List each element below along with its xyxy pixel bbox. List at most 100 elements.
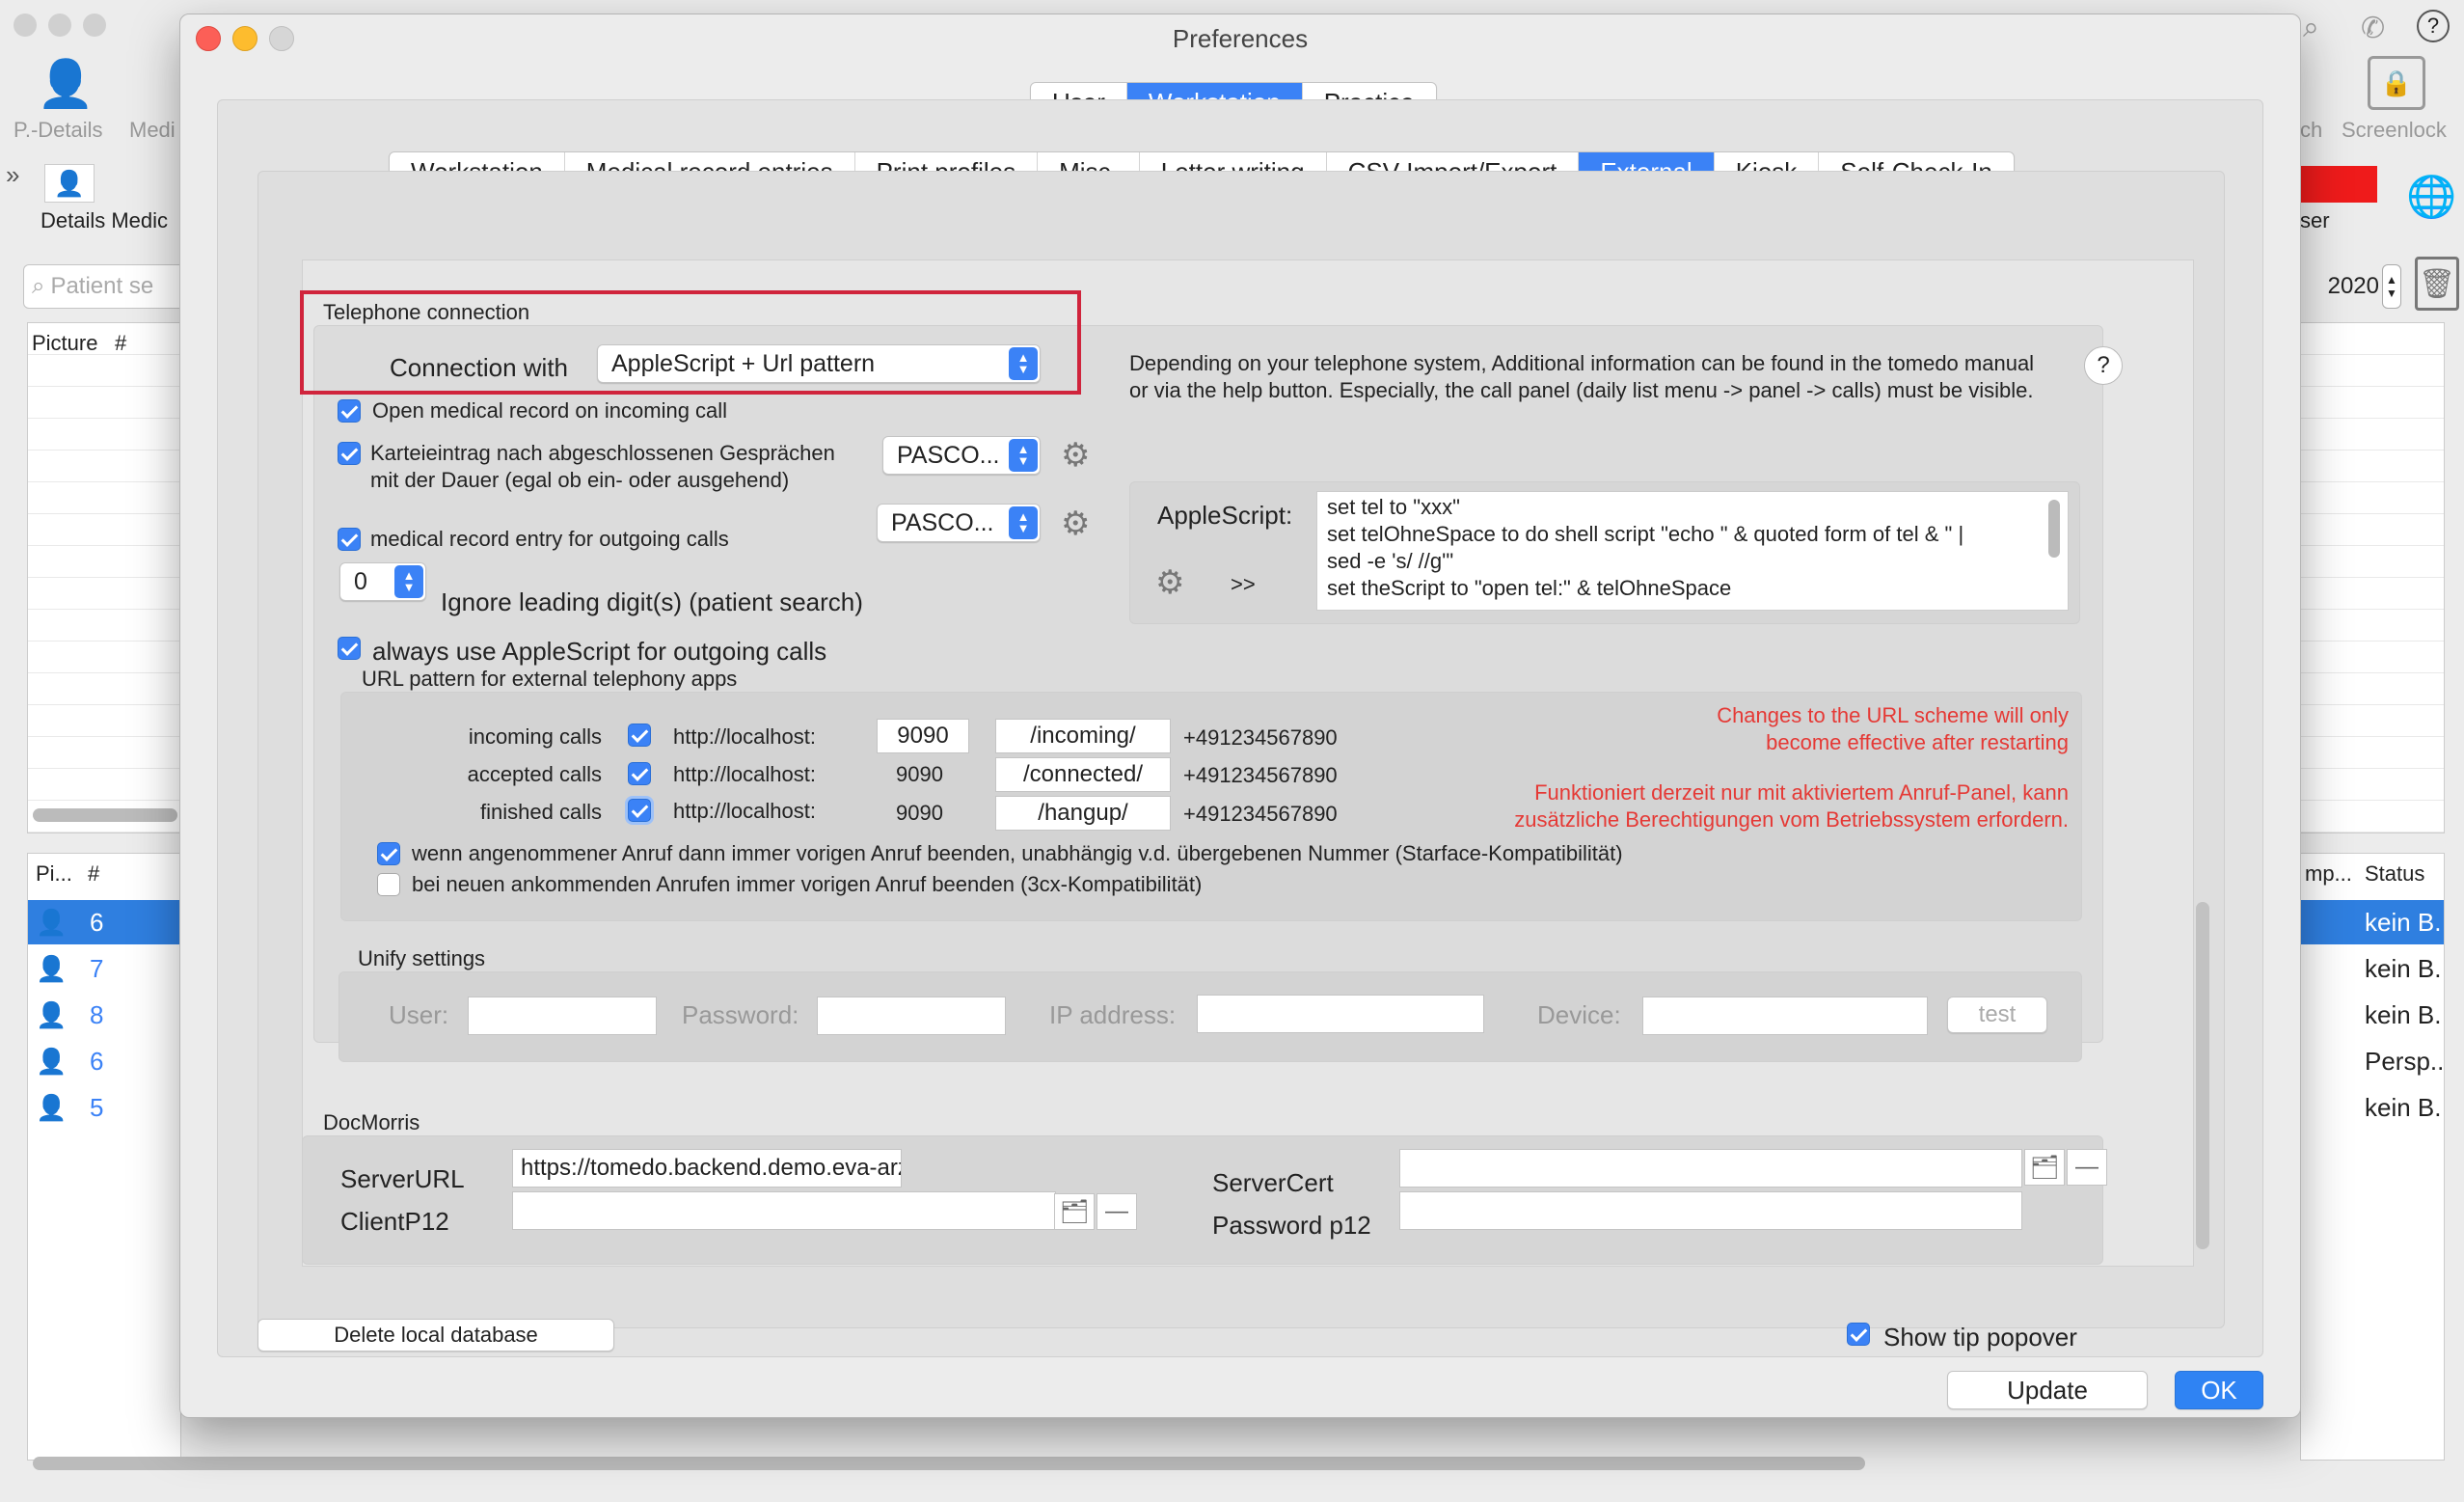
outgoing-select[interactable]: PASCO... ▲ ▼ (877, 504, 1041, 542)
unify-password-label: Password: (682, 1000, 799, 1029)
client-p12-browse-icon[interactable]: 🗂 (1054, 1193, 1095, 1230)
list-row-num: 6 (90, 1047, 104, 1076)
phone-icon[interactable]: ✆ (2361, 12, 2385, 45)
bg-scrollbar[interactable] (33, 808, 177, 822)
accepted-port[interactable]: 9090 (896, 762, 943, 787)
editor-scrollbar[interactable] (2048, 500, 2060, 558)
server-cert-field[interactable] (1399, 1149, 2022, 1188)
server-cert-minus-button[interactable]: — (2067, 1149, 2107, 1186)
user-label: ser (2300, 208, 2330, 232)
applescript-expand-button[interactable]: >> (1231, 572, 1256, 597)
year-field[interactable]: 2020 (2290, 264, 2387, 309)
client-p12-field[interactable] (512, 1191, 1056, 1230)
server-url-field[interactable]: https://tomedo.backend.demo.eva-arzt.de:… (512, 1149, 902, 1188)
unify-device-label: Device: (1537, 1000, 1621, 1029)
finished-path-field[interactable]: /hangup/ (995, 796, 1171, 831)
incoming-path-field[interactable]: /incoming/ (995, 719, 1171, 753)
telephone-help-text: Depending on your telephone system, Addi… (1129, 351, 2035, 402)
unify-device-field[interactable] (1642, 997, 1928, 1035)
toolbar-item-screenlock[interactable]: Screenlock (2342, 118, 2447, 143)
search-icon[interactable]: ⌕ (2303, 12, 2319, 44)
accepted-host-label: http://localhost: (673, 762, 816, 786)
always-applescript-checkbox[interactable] (338, 637, 361, 660)
right-col-mp[interactable]: mp... (2305, 861, 2352, 887)
panel-note-line2: zusätzliche Berechtigungen vom Betriebss… (1514, 807, 2069, 832)
always-applescript-label: always use AppleScript for outgoing call… (372, 637, 827, 666)
col-hash[interactable]: # (115, 331, 126, 356)
update-button[interactable]: Update (1947, 1371, 2148, 1409)
client-p12-minus-button[interactable]: — (1097, 1193, 1137, 1230)
applescript-editor[interactable]: set tel to "xxx" set telOhneSpace to do … (1316, 491, 2069, 611)
outgoing-entry-checkbox[interactable] (338, 528, 361, 551)
gear-icon[interactable]: ⚙ (1061, 439, 1090, 472)
starface-checkbox[interactable] (377, 842, 400, 865)
patient-details-icon[interactable]: 👤 (37, 56, 95, 111)
server-cert-browse-icon[interactable]: 🗂 (2024, 1149, 2065, 1186)
unify-user-field[interactable] (468, 997, 657, 1035)
accepted-calls-checkbox[interactable] (628, 762, 651, 785)
finished-calls-checkbox[interactable] (628, 799, 651, 822)
toolbar-item-medi[interactable]: Medi (129, 118, 176, 143)
globe-icon[interactable]: 🌐 (2406, 174, 2456, 221)
gear-icon[interactable]: ⚙ (1061, 507, 1090, 540)
finished-host-label: http://localhost: (673, 799, 816, 823)
incoming-calls-checkbox[interactable] (628, 724, 651, 747)
subbar-label: Details Medic (41, 208, 169, 232)
bg-top-table: Picture # (27, 322, 181, 833)
gear-icon[interactable]: ⚙ (1155, 566, 1184, 599)
avatar: 👤 (36, 1093, 68, 1122)
kartei-select[interactable]: PASCO... ▲ ▼ (882, 436, 1041, 475)
help-icon[interactable]: ? (2417, 10, 2450, 42)
trash-icon[interactable]: 🗑 (2415, 257, 2459, 311)
3cx-checkbox[interactable] (377, 873, 400, 896)
server-url-label: ServerURL (340, 1164, 465, 1193)
list-col-pi[interactable]: Pi... (36, 861, 72, 887)
patient-search-input[interactable]: ⌕ Patient se (23, 264, 187, 309)
unify-password-field[interactable] (817, 997, 1006, 1035)
help-button[interactable]: ? (2084, 346, 2123, 385)
status-badge: Persp.. (2365, 1047, 2445, 1076)
bg-min-dot[interactable] (48, 14, 71, 37)
details-icon[interactable]: 👤 (44, 164, 95, 203)
outgoing-entry-label: medical record entry for outgoing calls (370, 527, 729, 551)
window-title: Preferences (1172, 24, 1309, 53)
connection-select[interactable]: AppleScript + Url pattern ▲ ▼ (597, 344, 1041, 383)
delete-local-database-button[interactable]: Delete local database (257, 1319, 614, 1352)
list-row-num: 8 (90, 1000, 104, 1029)
col-picture[interactable]: Picture (32, 331, 97, 356)
accepted-path-field[interactable]: /connected/ (995, 757, 1171, 792)
list-col-num[interactable]: # (88, 861, 99, 887)
kartei-checkbox[interactable] (338, 442, 361, 465)
3cx-label: bei neuen ankommenden Anrufen immer vori… (412, 872, 1203, 896)
finished-calls-label: finished calls (480, 800, 602, 824)
bg-right-top-table (2300, 322, 2445, 833)
bg-bottom-scrollbar[interactable] (33, 1457, 1865, 1470)
search-field-icon: ⌕ (32, 273, 45, 299)
unify-section-label: Unify settings (358, 946, 486, 970)
bg-close-dot[interactable] (14, 14, 37, 37)
ignore-digits-stepper[interactable]: 0 ▲ ▼ (339, 562, 426, 601)
bg-zoom-dot[interactable] (83, 14, 106, 37)
preferences-window: Preferences User Workstation Practice Wo… (179, 14, 2301, 1418)
year-stepper[interactable]: ▲ ▼ (2382, 264, 2401, 309)
show-tip-checkbox[interactable] (1847, 1323, 1870, 1346)
docmorris-section-label: DocMorris (323, 1110, 420, 1134)
show-tip-label: Show tip popover (1883, 1323, 2077, 1352)
finished-port[interactable]: 9090 (896, 801, 943, 826)
right-col-status[interactable]: Status (2365, 861, 2424, 887)
password-p12-field[interactable] (1399, 1191, 2022, 1230)
red-indicator (2300, 166, 2377, 203)
incoming-port-field[interactable]: 9090 (877, 719, 969, 753)
avatar: 👤 (36, 1000, 68, 1029)
screenlock-icon[interactable]: 🔒 (2368, 56, 2425, 110)
toolbar-item-pdetails[interactable]: P.-Details (14, 118, 103, 143)
ok-button[interactable]: OK (2175, 1371, 2263, 1409)
content-scrollbar[interactable] (2196, 902, 2209, 1249)
status-badge: kein B. (2365, 908, 2442, 937)
open-record-checkbox[interactable] (338, 399, 361, 423)
unify-ip-field[interactable] (1197, 995, 1484, 1033)
toolbar-item-ch[interactable]: ch (2300, 118, 2322, 143)
chevron-down-icon[interactable]: » (6, 160, 19, 190)
applescript-line: set telOhneSpace to do shell script "ech… (1327, 522, 1964, 546)
unify-test-button[interactable]: test (1947, 997, 2047, 1033)
